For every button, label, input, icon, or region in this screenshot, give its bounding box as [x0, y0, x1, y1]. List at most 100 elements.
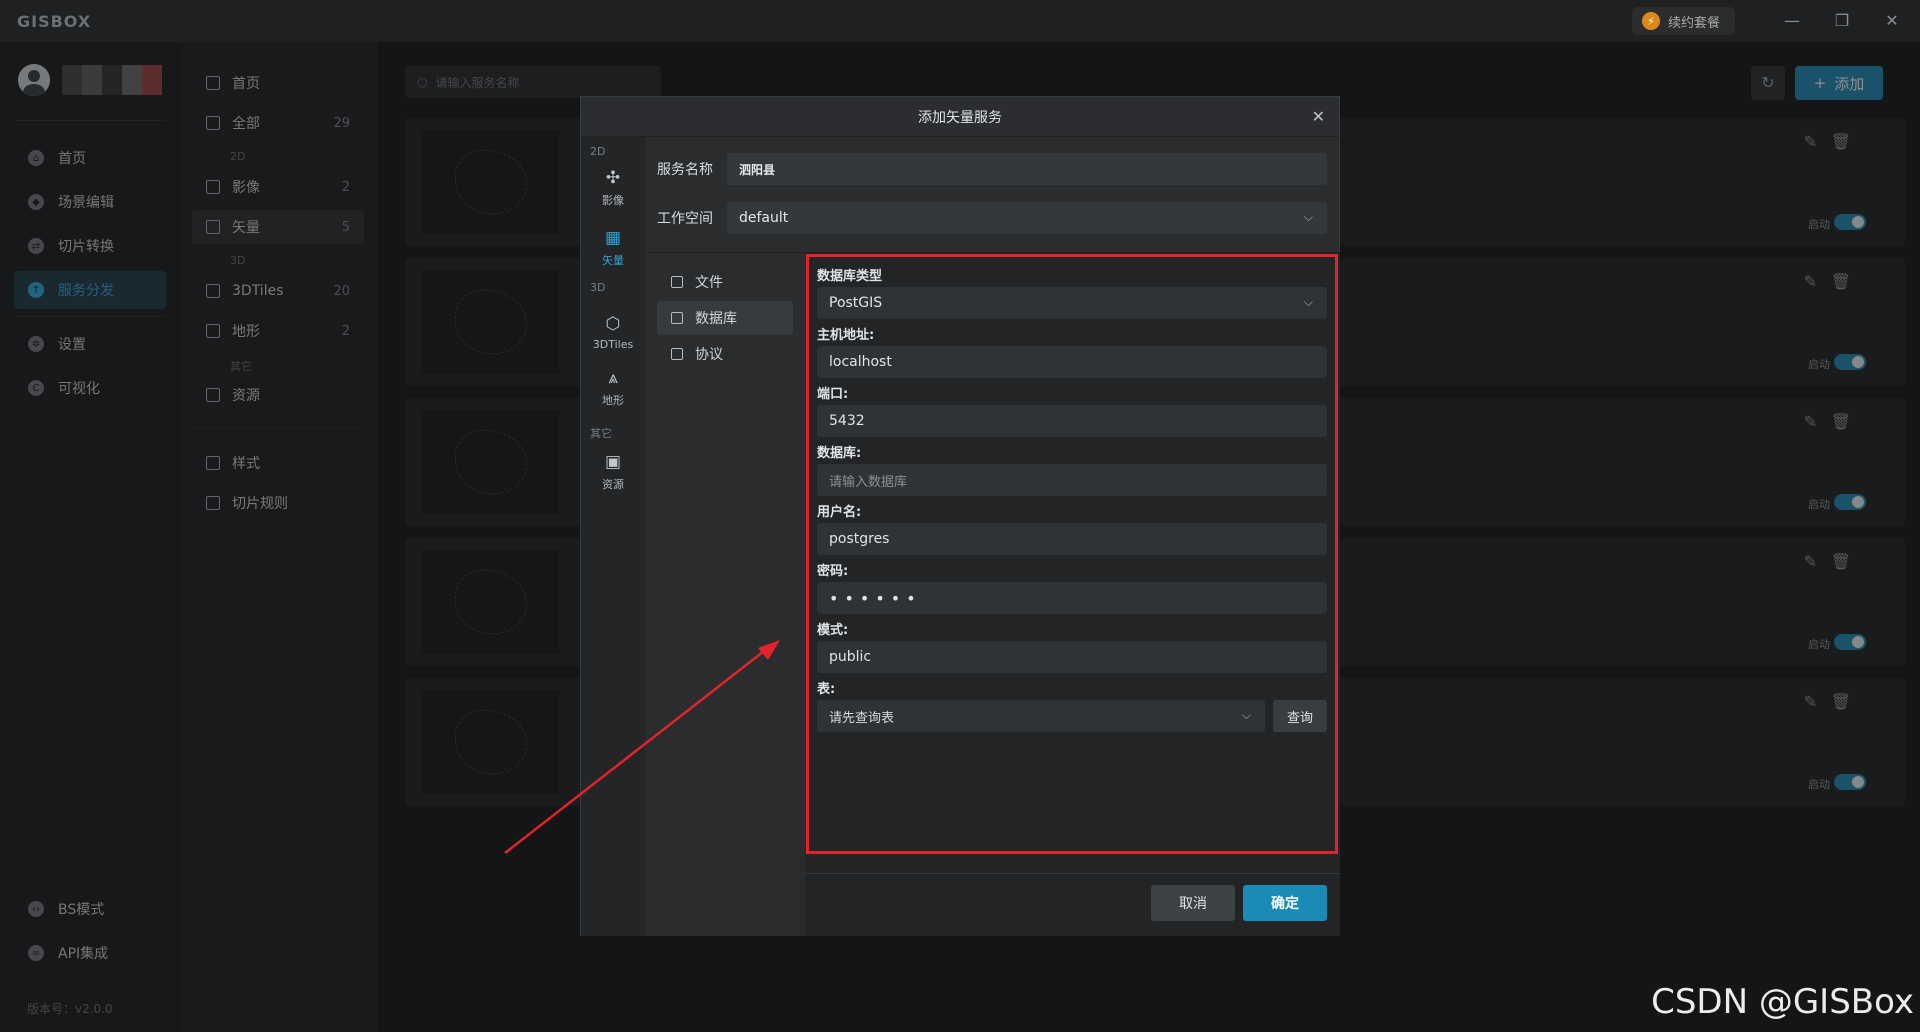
host-input[interactable]: localhost [817, 346, 1327, 378]
edit-icon[interactable]: ✎ [1804, 552, 1817, 571]
workspace-row: 工作空间 default ⌵ [657, 202, 1327, 234]
edit-icon[interactable]: ✎ [1804, 272, 1817, 291]
edit-icon[interactable]: ✎ [1804, 412, 1817, 431]
category-imagery[interactable]: 影像 2 [192, 170, 364, 204]
category-resource[interactable]: 资源 [192, 378, 364, 412]
restore-button[interactable]: ❐ [1830, 10, 1854, 32]
cube-icon [206, 284, 220, 298]
category-count: 2 [341, 179, 350, 195]
sidebar-item-home[interactable]: ⌂ 首页 [14, 139, 166, 177]
image-icon: ▣ [604, 452, 622, 472]
service-toggle[interactable] [1834, 494, 1866, 510]
user-profile[interactable] [18, 64, 162, 96]
sidebar-item-settings[interactable]: ✲ 设置 [14, 325, 166, 363]
toggle-label: 启动 [1808, 638, 1830, 651]
service-thumbnail [421, 690, 559, 794]
close-window-button[interactable]: ✕ [1880, 10, 1904, 32]
trash-icon[interactable]: 🗑 [1831, 412, 1851, 431]
query-button[interactable]: 查询 [1273, 700, 1327, 732]
port-input[interactable]: 5432 [817, 405, 1327, 437]
trash-icon[interactable]: 🗑 [1831, 272, 1851, 291]
database-form: 数据库类型 PostGIS ⌵ 主机地址: localhost 端口: 5432… [805, 252, 1340, 936]
cube-icon: ◆ [28, 194, 44, 210]
rail-label: 3DTiles [592, 337, 634, 351]
dialog-title: 添加矢量服务 [918, 109, 1002, 126]
search-input[interactable]: ○ 请输入服务名称 [405, 66, 661, 98]
sidebar-item-tile-convert[interactable]: ⇄ 切片转换 [14, 227, 166, 265]
renew-button[interactable]: ⚡ 续约套餐 [1632, 7, 1735, 35]
category-terrain[interactable]: 地形 2 [192, 314, 364, 348]
trash-icon[interactable]: 🗑 [1831, 692, 1851, 711]
home-icon: ⌂ [28, 150, 44, 166]
category-3dtiles[interactable]: 3DTiles 20 [192, 274, 364, 308]
toggle-label: 启动 [1808, 498, 1830, 511]
image-icon [206, 388, 220, 402]
rail-item-terrain[interactable]: ⩓ 地形 [581, 361, 645, 415]
link-icon: ∞ [28, 945, 44, 961]
rail-item-imagery[interactable]: ✣ 影像 [581, 161, 645, 215]
table-select[interactable]: 请先查询表 ⌵ [817, 700, 1265, 732]
refresh-button[interactable]: ↻ [1751, 66, 1785, 100]
app-logo: GISBOX [17, 12, 92, 31]
service-toggle[interactable] [1834, 774, 1866, 790]
add-button[interactable]: + 添加 [1795, 66, 1883, 100]
category-home[interactable]: 首页 [192, 66, 364, 100]
password-input[interactable]: •••••• [817, 582, 1327, 614]
terrain-icon [206, 324, 220, 338]
table-label: 表: [817, 682, 836, 697]
category-vector[interactable]: 矢量 5 [192, 210, 364, 244]
service-thumbnail [421, 130, 559, 234]
service-type-rail: 2D ✣ 影像 ▦ 矢量 3D ⬡ 3DTiles ⩓ 地形 其它 ▣ 资源 [581, 137, 645, 936]
sidebar-item-service-distribution[interactable]: ↑ 服务分发 [14, 271, 166, 309]
service-name-row: 服务名称 泗阳县 [657, 153, 1327, 185]
group-label-2d: 2D [230, 150, 246, 163]
divider [14, 316, 166, 317]
category-tile-rules[interactable]: 切片规则 [192, 486, 364, 520]
rail-item-3dtiles[interactable]: ⬡ 3DTiles [581, 305, 645, 359]
sidebar-item-label: 切片转换 [58, 239, 114, 255]
category-label: 全部 [232, 116, 260, 132]
grid-icon [206, 116, 220, 130]
category-style[interactable]: 样式 [192, 446, 364, 480]
sidebar-item-scene-edit[interactable]: ◆ 场景编辑 [14, 183, 166, 221]
cancel-button[interactable]: 取消 [1151, 885, 1235, 921]
rail-label: 地形 [602, 394, 624, 407]
source-file[interactable]: 文件 [657, 265, 793, 299]
service-name-input[interactable]: 泗阳县 [727, 153, 1327, 185]
service-toggle[interactable] [1834, 634, 1866, 650]
sidebar-item-label: 设置 [58, 337, 86, 353]
trash-icon[interactable]: 🗑 [1831, 132, 1851, 151]
close-icon[interactable]: ✕ [1312, 107, 1325, 126]
source-database[interactable]: 数据库 [657, 301, 793, 335]
username-input[interactable]: postgres [817, 523, 1327, 555]
main-sidebar: ⌂ 首页 ◆ 场景编辑 ⇄ 切片转换 ↑ 服务分发 ✲ 设置 C 可视化 ‹› BS模式 ∞ A… [0, 42, 180, 1032]
sidebar-item-bs-mode[interactable]: ‹› BS模式 [14, 890, 166, 928]
workspace-select[interactable]: default ⌵ [727, 202, 1327, 234]
database-input[interactable]: 请输入数据库 [817, 464, 1327, 496]
db-type-select[interactable]: PostGIS ⌵ [817, 287, 1327, 319]
add-label: 添加 [1834, 74, 1865, 93]
sidebar-item-visualization[interactable]: C 可视化 [14, 369, 166, 407]
sidebar-item-api[interactable]: ∞ API集成 [14, 934, 166, 972]
satellite-icon: ✣ [605, 168, 621, 188]
service-toggle[interactable] [1834, 354, 1866, 370]
edit-icon[interactable]: ✎ [1804, 692, 1817, 711]
trash-icon[interactable]: 🗑 [1831, 552, 1851, 571]
search-placeholder: 请输入服务名称 [435, 75, 520, 90]
rail-item-resource[interactable]: ▣ 资源 [581, 445, 645, 499]
rail-label: 矢量 [602, 254, 624, 267]
category-all[interactable]: 全部 29 [192, 106, 364, 140]
table-placeholder: 请先查询表 [829, 710, 895, 726]
category-count: 5 [341, 219, 350, 235]
service-thumbnail [421, 550, 559, 654]
db-type-label: 数据库类型 [817, 269, 883, 284]
source-protocol[interactable]: 协议 [657, 337, 793, 371]
confirm-button[interactable]: 确定 [1243, 885, 1327, 921]
rail-group-3d: 3D [590, 281, 606, 294]
service-toggle[interactable] [1834, 214, 1866, 230]
rail-item-vector[interactable]: ▦ 矢量 [581, 221, 645, 275]
minimize-button[interactable]: — [1780, 10, 1804, 32]
edit-icon[interactable]: ✎ [1804, 132, 1817, 151]
schema-input[interactable]: public [817, 641, 1327, 673]
category-count: 29 [333, 115, 350, 131]
